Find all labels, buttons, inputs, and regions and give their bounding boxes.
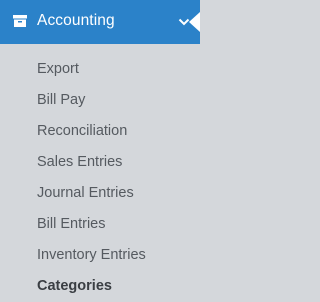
menu-item-label: Export bbox=[37, 61, 79, 77]
menu-item-bill-pay[interactable]: Bill Pay bbox=[0, 86, 200, 116]
menu-item-label: Categories bbox=[37, 278, 112, 294]
menu-item-label: Bill Entries bbox=[37, 216, 106, 232]
menu-item-journal-entries[interactable]: Journal Entries bbox=[0, 179, 200, 209]
menu-item-label: Reconciliation bbox=[37, 123, 128, 139]
menu-item-label: Journal Entries bbox=[37, 185, 134, 201]
menu-item-inventory-entries[interactable]: Inventory Entries bbox=[0, 241, 200, 271]
menu-item-export[interactable]: Export bbox=[0, 55, 200, 85]
section-title: Accounting bbox=[37, 12, 115, 29]
menu-item-sales-entries[interactable]: Sales Entries bbox=[0, 148, 200, 178]
archive-box-icon bbox=[13, 15, 27, 27]
accounting-section-header[interactable]: Accounting bbox=[0, 0, 200, 44]
menu-item-label: Bill Pay bbox=[37, 92, 86, 108]
menu-item-label: Sales Entries bbox=[37, 154, 123, 170]
menu-item-categories[interactable]: Categories bbox=[0, 272, 200, 302]
menu-item-label: Inventory Entries bbox=[37, 247, 146, 263]
menu-item-bill-entries[interactable]: Bill Entries bbox=[0, 210, 200, 240]
active-section-pointer bbox=[189, 12, 200, 32]
menu-item-reconciliation[interactable]: Reconciliation bbox=[0, 117, 200, 147]
sidebar: Accounting Export Bill Pay Reconciliatio… bbox=[0, 0, 200, 299]
